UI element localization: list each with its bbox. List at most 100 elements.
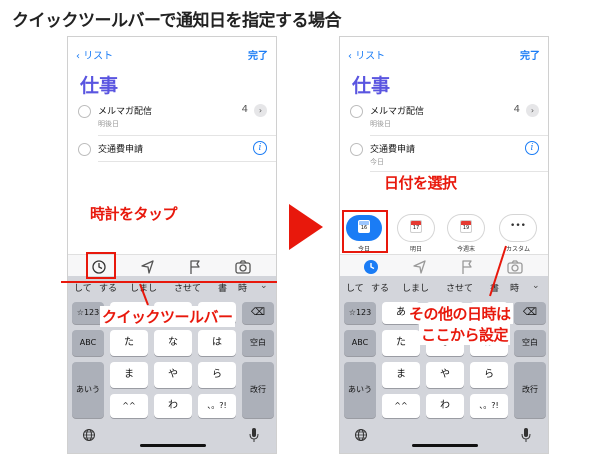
arrow-right-icon [289,204,323,250]
task-row[interactable]: 交通費申請 今日 i [340,139,548,173]
prediction-candidate[interactable]: して [346,281,364,294]
calendar-icon: 17 [410,220,422,233]
callout-line [139,283,149,306]
divider [370,135,548,136]
prediction-bar: して する しまし させて 書 時 ⌄ [340,276,548,298]
task-row[interactable]: メルマガ配信 明後日 4 › [340,101,548,135]
date-shortcut-weekend[interactable]: 19 [448,215,484,241]
globe-icon[interactable] [354,428,368,442]
task-row[interactable]: メルマガ配信 明後日 4 › [68,101,276,135]
toolbar-underline [61,281,277,283]
kana-key[interactable]: た [382,330,420,356]
abc-key[interactable]: ABC [72,330,104,356]
other-date-annotation-line2: ここから設定 [419,324,511,345]
kana-key[interactable]: ら [198,362,236,388]
task-title: 交通費申請 [98,145,144,155]
info-icon[interactable]: i [525,141,539,155]
divider [98,161,276,162]
task-subtitle: 今日 [370,158,384,166]
task-checkbox[interactable] [78,105,91,118]
space-key[interactable]: 空白 [514,330,546,356]
tap-clock-annotation: 時計をタップ [90,205,178,223]
task-checkbox[interactable] [78,143,91,156]
chevron-right-icon[interactable]: › [526,104,539,117]
select-date-annotation: 日付を選択 [384,174,457,192]
location-icon[interactable] [139,258,157,276]
location-icon[interactable] [411,258,429,276]
abc-key[interactable]: ABC [344,330,376,356]
calendar-icon: 19 [460,220,472,233]
kana-key[interactable]: ら [470,362,508,388]
kana-key[interactable]: な [154,330,192,356]
dakuten-key[interactable]: ^^ [110,394,148,418]
back-button[interactable]: ‹ リスト [348,47,385,62]
task-subtitle: 明後日 [98,120,119,128]
enter-key[interactable]: 改行 [514,362,546,418]
dakuten-key[interactable]: ^^ [382,394,420,418]
info-icon[interactable]: i [253,141,267,155]
prediction-candidate[interactable]: 時 [510,281,519,294]
done-button[interactable]: 完了 [248,47,268,62]
kana-key[interactable]: や [154,362,192,388]
kana-key[interactable]: は [198,330,236,356]
callout-line [489,245,507,297]
task-checkbox[interactable] [350,105,363,118]
more-icon: ••• [510,221,526,231]
kana-key[interactable]: ま [110,362,148,388]
back-button[interactable]: ‹ リスト [76,47,113,62]
shortcut-label: 今週末 [456,246,475,253]
kana-key[interactable]: や [426,362,464,388]
aiu-key[interactable]: あいう [72,362,104,418]
punctuation-key[interactable]: 、。?! [198,394,236,418]
delete-key[interactable]: ⌫ [242,302,274,324]
other-date-annotation-line1: その他の日時は [407,303,513,324]
prediction-candidate[interactable]: させて [446,281,473,294]
keyboard: して する しまし させて 書 時 ⌄ ☆123 あ か さ ⌫ ABC た な… [68,276,276,453]
globe-icon[interactable] [82,428,96,442]
camera-icon[interactable] [234,258,252,276]
task-title: メルマガ配信 [98,107,153,117]
aiu-key[interactable]: あいう [344,362,376,418]
task-checkbox[interactable] [350,143,363,156]
done-button[interactable]: 完了 [520,47,540,62]
mode-key[interactable]: ☆123 [344,302,376,324]
kana-key[interactable]: わ [426,394,464,418]
divider [98,135,276,136]
prediction-candidate[interactable]: しまし [402,281,429,294]
space-key[interactable]: 空白 [242,330,274,356]
page-title: クイックツールバーで通知日を指定する場合 [12,11,341,31]
chevron-down-icon[interactable]: ⌄ [532,281,540,291]
kana-key[interactable]: ま [382,362,420,388]
task-title: メルマガ配信 [370,107,425,117]
flag-icon[interactable] [186,258,204,276]
subtask-count: 4 [241,104,248,115]
subtask-count: 4 [513,104,520,115]
task-subtitle: 明後日 [370,120,391,128]
list-title: 仕事 [352,75,391,97]
list-title: 仕事 [80,75,119,97]
mic-icon[interactable] [520,427,532,443]
date-shortcut-tomorrow[interactable]: 17 [398,215,434,241]
shortcut-label: 明日 [409,246,422,253]
kana-key[interactable]: わ [154,394,192,418]
delete-key[interactable]: ⌫ [514,302,546,324]
clock-icon[interactable] [362,258,380,276]
task-row[interactable]: 交通費申請 i [68,139,276,173]
quick-toolbar [340,254,548,278]
enter-key[interactable]: 改行 [242,362,274,418]
prediction-bar: して する しまし させて 書 時 ⌄ [68,276,276,298]
mic-icon[interactable] [248,427,260,443]
punctuation-key[interactable]: 、。?! [470,394,508,418]
chevron-right-icon[interactable]: › [254,104,267,117]
flag-icon[interactable] [458,258,476,276]
prediction-candidate[interactable]: する [371,281,389,294]
phone-screen-before: ‹ リスト 完了 仕事 メルマガ配信 明後日 4 › 交通費申請 i して する… [67,36,277,454]
today-highlight-box [342,210,388,253]
task-title: 交通費申請 [370,145,416,155]
date-shortcut-custom[interactable]: ••• [500,215,536,241]
quick-toolbar-annotation: クイックツールバー [100,306,235,327]
kana-key[interactable]: た [110,330,148,356]
clock-highlight-box [86,252,116,279]
home-indicator [140,444,206,447]
home-indicator [412,444,478,447]
